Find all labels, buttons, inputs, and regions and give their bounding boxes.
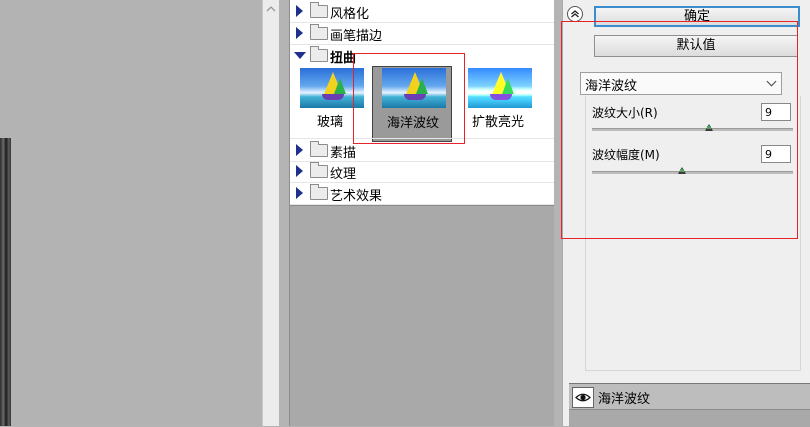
folder-icon xyxy=(310,141,328,157)
filter-gallery: 风格化 画笔描边 扭曲 玻璃 海洋波纹 扩散亮光 素描 纹理 艺术效果 xyxy=(289,0,554,426)
thumb-diffuse-glow[interactable]: 扩散亮光 xyxy=(458,66,538,142)
ripple-magnitude-label: 波纹幅度(M) xyxy=(592,148,660,162)
sailboat-thumbnail xyxy=(300,68,364,108)
thumb-label: 海洋波纹 xyxy=(386,116,439,131)
slider-knob[interactable] xyxy=(678,167,687,174)
category-brush-strokes[interactable]: 画笔描边 xyxy=(290,22,554,45)
expand-triangle-icon[interactable] xyxy=(296,165,303,177)
preview-scrollbar[interactable] xyxy=(262,0,279,426)
category-distort[interactable]: 扭曲 xyxy=(290,44,554,66)
preview-canvas[interactable] xyxy=(0,0,262,426)
filter-settings-panel: 确定 默认值 海洋波纹 波纹大小(R) 9 波纹幅度(M) 9 海洋波纹 xyxy=(562,0,810,427)
slider-knob[interactable] xyxy=(704,124,713,131)
visibility-toggle[interactable] xyxy=(572,387,594,408)
category-artistic[interactable]: 艺术效果 xyxy=(290,182,554,205)
category-label: 素描 xyxy=(330,146,357,161)
category-label: 纹理 xyxy=(330,167,357,182)
preview-image xyxy=(0,138,11,426)
ripple-magnitude-field[interactable]: 9 xyxy=(761,145,791,163)
double-chevron-up-icon xyxy=(571,10,579,18)
expand-triangle-icon[interactable] xyxy=(296,187,303,199)
sailboat-thumbnail xyxy=(468,68,532,108)
ok-button[interactable]: 确定 xyxy=(594,6,800,27)
collapse-gallery-button[interactable] xyxy=(567,6,583,22)
scroll-up-icon[interactable] xyxy=(266,4,276,14)
thumb-label: 玻璃 xyxy=(316,115,343,130)
filter-select-value: 海洋波纹 xyxy=(585,79,638,94)
ripple-magnitude-slider[interactable] xyxy=(592,167,793,174)
category-sketch[interactable]: 素描 xyxy=(290,138,554,162)
category-label: 艺术效果 xyxy=(330,189,383,204)
category-label: 扭曲 xyxy=(330,51,357,66)
folder-icon xyxy=(310,2,328,18)
category-texture[interactable]: 纹理 xyxy=(290,160,554,183)
effect-layer-name: 海洋波纹 xyxy=(598,392,651,407)
folder-icon xyxy=(310,184,328,200)
filter-select[interactable]: 海洋波纹 xyxy=(580,72,782,95)
thumb-label: 扩散亮光 xyxy=(471,115,524,130)
category-stylize[interactable]: 风格化 xyxy=(290,0,554,23)
filter-thumbnails: 玻璃 海洋波纹 扩散亮光 xyxy=(290,66,554,142)
expand-triangle-icon[interactable] xyxy=(296,27,303,39)
chevron-down-icon xyxy=(766,76,777,87)
eye-icon xyxy=(575,393,591,402)
collapse-triangle-icon[interactable] xyxy=(294,52,306,59)
params-area xyxy=(585,96,801,371)
ripple-size-label: 波纹大小(R) xyxy=(592,106,658,120)
filter-category-list: 风格化 画笔描边 扭曲 玻璃 海洋波纹 扩散亮光 素描 纹理 艺术效果 xyxy=(290,0,554,206)
ripple-size-field[interactable]: 9 xyxy=(761,103,791,121)
folder-icon xyxy=(310,24,328,40)
sailboat-thumbnail xyxy=(382,68,446,108)
thumb-ocean-ripple[interactable]: 海洋波纹 xyxy=(372,66,452,142)
effect-layer-row[interactable]: 海洋波纹 xyxy=(569,384,810,410)
category-label: 画笔描边 xyxy=(330,29,383,44)
category-label: 风格化 xyxy=(330,7,370,22)
default-button[interactable]: 默认值 xyxy=(594,35,798,57)
expand-triangle-icon[interactable] xyxy=(296,5,303,17)
folder-open-icon xyxy=(310,46,328,62)
folder-icon xyxy=(310,162,328,178)
expand-triangle-icon[interactable] xyxy=(296,144,303,156)
ripple-size-slider[interactable] xyxy=(592,124,793,131)
thumb-glass[interactable]: 玻璃 xyxy=(290,66,370,142)
effect-layer-panel: 海洋波纹 xyxy=(569,383,810,427)
